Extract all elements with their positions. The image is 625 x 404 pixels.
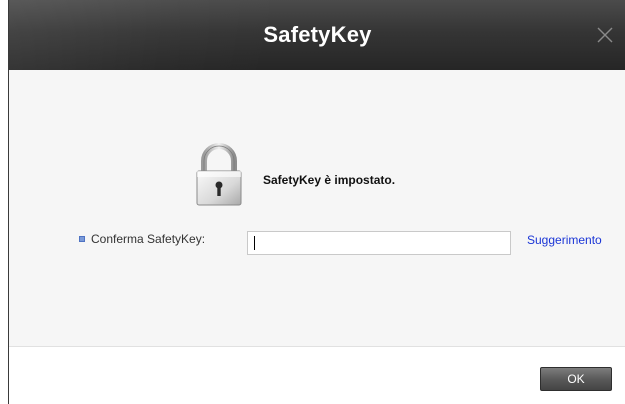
padlock-icon	[196, 143, 242, 206]
confirm-safetykey-input[interactable]	[247, 231, 511, 255]
safetykey-dialog: SafetyKey SafetyKey è impostato. Conferm…	[8, 0, 625, 404]
confirm-safetykey-label: Conferma SafetyKey:	[79, 232, 205, 246]
bullet-icon	[79, 236, 85, 242]
hint-link[interactable]: Suggerimento	[527, 233, 602, 247]
dialog-title: SafetyKey	[263, 22, 372, 47]
dialog-footer: OK	[9, 346, 625, 404]
close-button[interactable]	[594, 24, 616, 46]
status-message: SafetyKey è impostato.	[263, 173, 396, 187]
close-icon	[597, 27, 613, 43]
title-bar: SafetyKey	[9, 0, 625, 70]
dialog-content: SafetyKey è impostato. Conferma SafetyKe…	[9, 70, 625, 346]
field-label-text: Conferma SafetyKey:	[91, 232, 206, 246]
ok-button[interactable]: OK	[540, 367, 612, 391]
